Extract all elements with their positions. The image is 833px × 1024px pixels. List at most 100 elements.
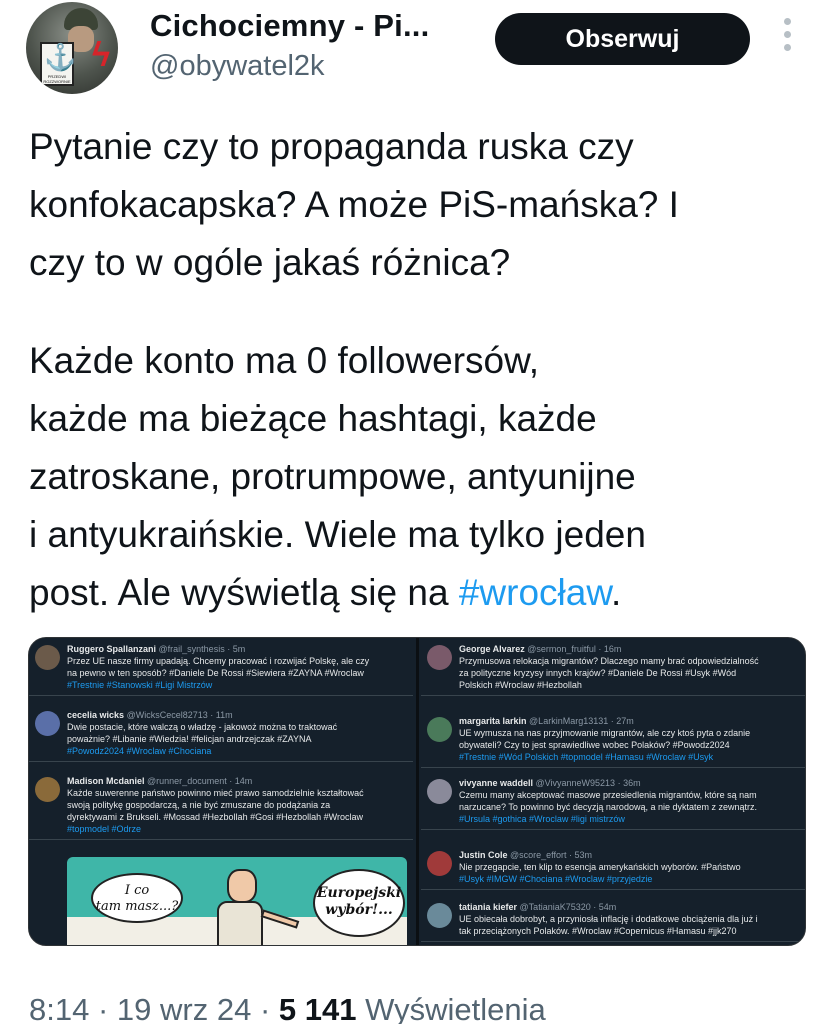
embedded-author-name: Justin Cole <box>459 850 508 860</box>
tweet-text: Pytanie czy to propaganda ruska czy konf… <box>29 118 809 622</box>
cartoon-speech-bubble-left: I co tam masz...? <box>91 873 183 923</box>
embedded-author-name: George Alvarez <box>459 644 525 654</box>
embedded-tweet: vivyanne waddell @VivyanneW95213 · 36m Cz… <box>421 772 805 830</box>
embedded-author-name: margarita larkin <box>459 716 527 726</box>
embedded-tweet-hashtags: #Trestnie #Stanowski #Ligi Mistrzów <box>67 680 213 690</box>
embedded-author-name: Ruggero Spallanzani <box>67 644 157 654</box>
embedded-author-name: vivyanne waddell <box>459 778 534 788</box>
embedded-author-meta: @sermon_fruitful · 16m <box>527 644 622 654</box>
embedded-tweet-hashtags: #Powodz2024 #Wroclaw #Chociana <box>67 746 212 756</box>
bubble-right-line2: wybór!... <box>325 902 393 918</box>
tweet-date[interactable]: 19 wrz 24 <box>117 992 251 1024</box>
embedded-tweet: Madison Mcdaniel @runner_document · 14m K… <box>29 770 413 840</box>
author-display-name[interactable]: Cichociemny - Pi... <box>150 8 429 44</box>
embedded-author-meta: @WicksCecel82713 · 11m <box>126 710 233 720</box>
embedded-tweet-line: UE obiecała dobrobyt, a przyniosła infla… <box>459 914 758 924</box>
embedded-avatar <box>35 777 60 802</box>
more-vertical-icon[interactable] <box>779 18 795 58</box>
lightning-icon: ϟ <box>92 36 110 74</box>
embedded-author-name: Madison Mcdaniel <box>67 776 145 786</box>
cartoon-image: I co tam masz...? Europejski wybór!... <box>67 857 407 945</box>
embedded-author-meta: @LarkinMarg13131 · 27m <box>529 716 634 726</box>
embedded-author-meta: @runner_document · 14m <box>147 776 253 786</box>
avatar-badge-text: PRZEDWI ROZZWORNIE <box>43 74 71 84</box>
screenshot-right-column: George Alvarez @sermon_fruitful · 16m Prz… <box>416 638 805 945</box>
embedded-tweet-line: UE wymusza na nas przyjmowanie migrantów… <box>459 728 751 738</box>
embedded-tweet-line: narzucane? To powinno być decyzją narodo… <box>459 802 758 812</box>
attached-image[interactable]: Ruggero Spallanzani @frail_synthesis · 5… <box>28 637 806 946</box>
tweet-line: czy to w ogóle jakaś różnica? <box>29 242 511 283</box>
tweet-time[interactable]: 8:14 <box>29 992 89 1024</box>
embedded-tweet: Ruggero Spallanzani @frail_synthesis · 5… <box>29 638 413 696</box>
embedded-tweet-header: vivyanne waddell @VivyanneW95213 · 36m <box>459 777 801 789</box>
meta-separator: · <box>259 992 271 1024</box>
tweet-line: konfokacapska? A może PiS-mańska? I <box>29 184 679 225</box>
embedded-tweet-header: cecelia wicks @WicksCecel82713 · 11m <box>67 709 407 721</box>
embedded-tweet-line: tak przeciążonych Polaków. #Wroclaw #Cop… <box>459 926 737 936</box>
tweet-header: ⚓ PRZEDWI ROZZWORNIE ϟ Cichociemny - Pi.… <box>0 0 833 105</box>
tweet-line-prefix: post. Ale wyświetlą się na <box>29 572 459 613</box>
embedded-tweet-line: na pewno w ten sposób? #Daniele De Rossi… <box>67 668 364 678</box>
tweet-line: Każde konto ma 0 followersów, <box>29 340 540 381</box>
embedded-avatar <box>35 645 60 670</box>
tweet-line-last: post. Ale wyświetlą się na #wrocław. <box>29 564 809 622</box>
embedded-tweet-header: Madison Mcdaniel @runner_document · 14m <box>67 775 407 787</box>
embedded-avatar <box>427 779 452 804</box>
embedded-tweet-line: swoją politykę gospodarczą, a nie być zm… <box>67 800 331 810</box>
embedded-tweet-line: Czemu mamy akceptować masowe przesiedlen… <box>459 790 757 800</box>
avatar[interactable]: ⚓ PRZEDWI ROZZWORNIE ϟ <box>26 2 118 94</box>
embedded-tweet-line: poważnie? #Libanie #Wiedzia! #felicjan a… <box>67 734 312 744</box>
bubble-right-line1: Europejski <box>316 885 402 901</box>
cartoon-speech-bubble-right: Europejski wybór!... <box>313 869 405 937</box>
embedded-tweet: George Alvarez @sermon_fruitful · 16m Prz… <box>421 638 805 696</box>
tweet-line: i antyukraińskie. Wiele ma tylko jeden <box>29 514 646 555</box>
embedded-avatar <box>35 711 60 736</box>
embedded-tweet-header: Justin Cole @score_effort · 53m <box>459 849 801 861</box>
anchor-icon: ⚓ <box>44 43 77 73</box>
follow-button[interactable]: Obserwuj <box>495 13 750 65</box>
embedded-tweet-header: margarita larkin @LarkinMarg13131 · 27m <box>459 715 801 727</box>
tweet-line: Pytanie czy to propaganda ruska czy <box>29 126 634 167</box>
embedded-tweet-line: obywateli? Czy to jest sprawiedliwe wobe… <box>459 740 730 750</box>
embedded-tweet: Justin Cole @score_effort · 53m Nie przeg… <box>421 844 805 890</box>
embedded-tweet-line: Przez UE nasze firmy upadają. Chcemy pra… <box>67 656 370 666</box>
bubble-left-line1: I co <box>124 883 150 898</box>
cartoon-man-body <box>217 901 263 945</box>
embedded-avatar <box>427 851 452 876</box>
tweet-line-suffix: . <box>611 572 622 613</box>
embedded-author-meta: @frail_synthesis · 5m <box>158 644 246 654</box>
bubble-left-line2: tam masz...? <box>95 899 179 914</box>
embedded-tweet-line: Każde suwerenne państwo powinno mieć pra… <box>67 788 364 798</box>
embedded-tweet-line: dyrektywami z Brukseli. #Mossad #Hezboll… <box>67 812 363 822</box>
embedded-author-name: tatiania kiefer <box>459 902 518 912</box>
cartoon-man-head <box>227 869 257 903</box>
tweet-line: każde ma bieżące hashtagi, każde <box>29 398 597 439</box>
tweet-meta: 8:14 · 19 wrz 24 · 5 141 Wyświetlenia <box>29 992 546 1024</box>
views-label: Wyświetlenia <box>365 992 546 1024</box>
author-handle[interactable]: @obywatel2k <box>150 50 325 83</box>
embedded-author-name: cecelia wicks <box>67 710 125 720</box>
embedded-tweet-header: tatiania kiefer @TatianiaK75320 · 54m <box>459 901 801 913</box>
embedded-tweet-header: George Alvarez @sermon_fruitful · 16m <box>459 643 801 655</box>
embedded-author-meta: @score_effort · 53m <box>510 850 593 860</box>
embedded-tweet: cecelia wicks @WicksCecel82713 · 11m Dwie… <box>29 704 413 762</box>
embedded-avatar <box>427 717 452 742</box>
embedded-tweet-hashtags: #Usyk #IMGW #Chociana #Wroclaw #przyjedz… <box>459 874 653 884</box>
embedded-tweet-line: Nie przegapcie, ten klip to esencja amer… <box>459 862 741 872</box>
embedded-author-meta: @TatianiaK75320 · 54m <box>519 902 617 912</box>
embedded-tweet: margarita larkin @LarkinMarg13131 · 27m U… <box>421 710 805 768</box>
views-count: 5 141 <box>278 992 357 1024</box>
embedded-avatar <box>427 645 452 670</box>
hashtag-wroclaw-link[interactable]: #wrocław <box>459 572 611 613</box>
embedded-tweet-hashtags: #Trestnie #Wód Polskich #topmodel #Hamas… <box>459 752 714 762</box>
embedded-tweet-hashtags: #topmodel #Odrze <box>67 824 142 834</box>
embedded-tweet-line: Przymusowa relokacja migrantów? Dlaczego… <box>459 656 759 666</box>
embedded-tweet-hashtags: #Ursula #gothica #Wroclaw #ligi mistrzów <box>459 814 625 824</box>
meta-separator: · <box>97 992 109 1024</box>
embedded-tweet-line: za polityczne kryzysy innych krajów? #Da… <box>459 668 737 678</box>
embedded-tweet-line: Dwie postacie, które walczą o władzę - j… <box>67 722 338 732</box>
embedded-tweet-header: Ruggero Spallanzani @frail_synthesis · 5… <box>67 643 407 655</box>
embedded-tweet-line: Polskich #Wroclaw #Hezbollah <box>459 680 582 690</box>
embedded-avatar <box>427 903 452 928</box>
embedded-tweet: tatiania kiefer @TatianiaK75320 · 54m UE … <box>421 896 805 942</box>
